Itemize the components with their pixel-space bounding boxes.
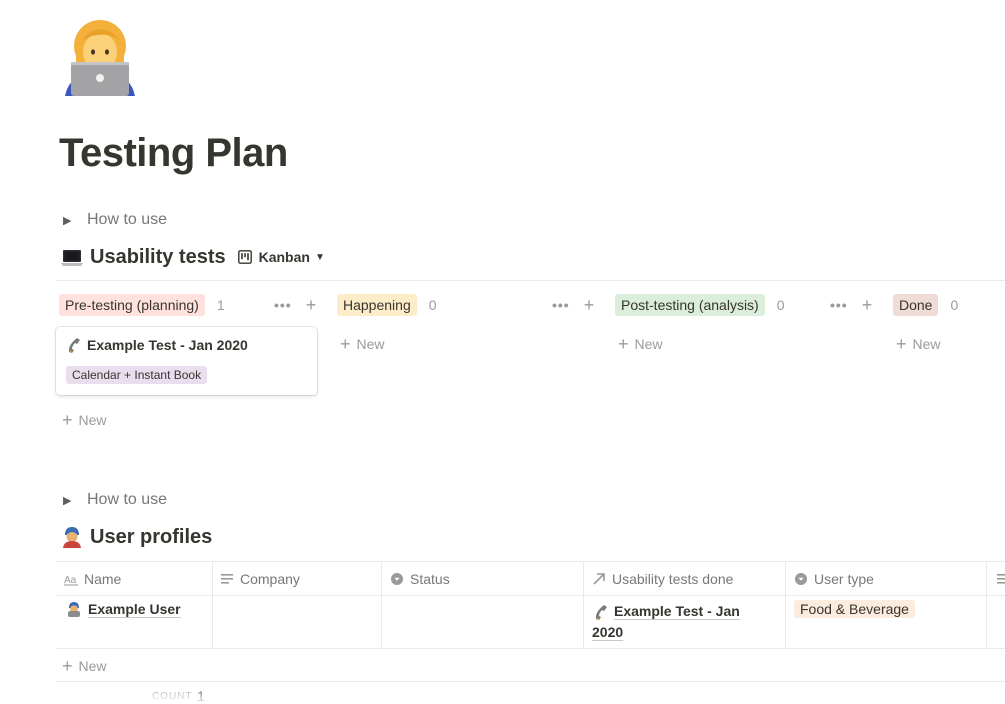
add-icon[interactable]: + — [862, 295, 873, 316]
row-name[interactable]: Example User — [88, 601, 181, 617]
card-title-text: Example Test - Jan 2020 — [87, 337, 248, 353]
column-tools-post-testing: ••• + — [830, 293, 872, 317]
column-count: 0 — [776, 297, 785, 313]
company-cell[interactable] — [214, 594, 382, 648]
column-label: Company — [240, 570, 300, 587]
person-with-turban-icon — [63, 527, 81, 548]
laptop-icon — [61, 250, 83, 266]
new-label: New — [912, 336, 941, 352]
add-icon[interactable]: + — [306, 295, 317, 316]
svg-text:Aa: Aa — [64, 575, 77, 586]
user-type-tag: Food & Beverage — [794, 600, 915, 618]
column-header-post-testing[interactable]: Post-testing (analysis) 0 — [615, 293, 785, 317]
column-header-company[interactable]: Company — [220, 562, 300, 595]
column-header-more[interactable] — [996, 562, 1005, 595]
new-label: New — [78, 658, 107, 674]
table-row: Example User Example Test - Jan 2020 Foo… — [56, 594, 1005, 649]
related-test-link[interactable]: Example Test - Jan — [614, 601, 740, 622]
bottom-fade — [0, 685, 1005, 702]
new-label: New — [634, 336, 663, 352]
woman-technologist-icon[interactable] — [62, 16, 138, 100]
triangle-right-icon: ▶ — [63, 494, 72, 507]
user-profiles-header: User profiles — [61, 522, 212, 552]
column-header-name[interactable]: Aa Name — [64, 562, 121, 595]
count-label[interactable]: COUNT — [152, 691, 193, 702]
column-tools-happening: ••• + — [552, 293, 594, 317]
triangle-right-icon: ▶ — [63, 214, 72, 227]
telephone-receiver-icon — [595, 604, 607, 620]
view-label: Kanban — [258, 249, 310, 265]
section-title[interactable]: User profiles — [90, 526, 212, 549]
column-label: Name — [84, 570, 122, 587]
new-label: New — [356, 336, 385, 352]
kanban-view-switcher[interactable]: Kanban ▼ — [237, 249, 325, 265]
add-icon[interactable]: + — [584, 295, 595, 316]
column-label: Happening — [337, 294, 417, 316]
relation-arrow-icon — [593, 572, 605, 585]
how-to-use-toggle[interactable]: ▶ How to use — [63, 208, 167, 232]
card-title: Example Test - Jan 2020 — [65, 337, 248, 353]
new-card-button-pre-testing[interactable]: + New — [62, 409, 107, 431]
column-label: Post-testing (analysis) — [615, 294, 765, 316]
name-cell[interactable]: Example User — [66, 601, 181, 617]
text-aa-icon: Aa — [64, 575, 78, 586]
toggle-label: How to use — [87, 211, 168, 228]
user-type-cell[interactable]: Food & Beverage — [794, 600, 915, 619]
column-count: 1 — [216, 297, 225, 313]
new-card-button-happening[interactable]: + New — [340, 333, 385, 355]
plus-icon: + — [618, 333, 629, 354]
column-header-happening[interactable]: Happening 0 — [337, 293, 437, 317]
section-title[interactable]: Usability tests — [90, 246, 226, 269]
column-header-done[interactable]: Done 0 — [893, 293, 958, 317]
column-label: Usability tests done — [612, 570, 734, 587]
lines-icon — [221, 573, 233, 584]
column-header-status[interactable]: Status — [390, 562, 450, 595]
telephone-receiver-icon — [68, 338, 80, 353]
table-header-row: Aa Name Company Status Usability tests d… — [56, 561, 1005, 596]
toggle-label: How to use — [87, 491, 168, 508]
column-label: Pre-testing (planning) — [59, 294, 205, 316]
column-count: 0 — [950, 297, 959, 313]
board-icon — [237, 250, 252, 264]
divider — [56, 280, 1005, 281]
usability-tests-cell[interactable]: Example Test - Jan 2020 — [592, 601, 782, 643]
select-icon — [391, 572, 403, 585]
usability-tests-header: Usability tests Kanban ▼ — [61, 242, 325, 272]
new-card-button-done[interactable]: + New — [896, 333, 941, 355]
select-icon — [795, 572, 807, 585]
column-header-usability-tests-done[interactable]: Usability tests done — [592, 562, 733, 595]
more-icon[interactable]: ••• — [274, 297, 292, 313]
plus-icon: + — [62, 409, 73, 430]
plus-icon: + — [62, 655, 73, 676]
plus-icon: + — [340, 333, 351, 354]
chevron-down-icon: ▼ — [314, 251, 325, 263]
status-cell[interactable] — [383, 594, 583, 648]
column-header-user-type[interactable]: User type — [794, 562, 874, 595]
column-label: Status — [410, 570, 450, 587]
more-icon[interactable]: ••• — [552, 297, 570, 313]
column-header-pre-testing[interactable]: Pre-testing (planning) 1 — [59, 293, 225, 317]
new-label: New — [78, 412, 107, 428]
divider — [56, 681, 1005, 682]
more-icon[interactable]: ••• — [830, 297, 848, 313]
page-title[interactable]: Testing Plan — [59, 131, 288, 176]
new-card-button-post-testing[interactable]: + New — [618, 333, 663, 355]
how-to-use-toggle[interactable]: ▶ How to use — [63, 488, 167, 512]
new-row-button[interactable]: + New — [62, 655, 107, 677]
person-icon — [68, 602, 80, 617]
column-count: 0 — [428, 297, 437, 313]
card-tag: Calendar + Instant Book — [66, 366, 208, 384]
related-test-link-cont[interactable]: 2020 — [592, 624, 623, 640]
column-label: Done — [893, 294, 939, 316]
kanban-card[interactable]: Example Test - Jan 2020 Calendar + Insta… — [56, 327, 317, 395]
lines-icon — [997, 573, 1005, 584]
plus-icon: + — [896, 333, 907, 354]
column-tools-pre-testing: ••• + — [274, 293, 316, 317]
column-label: User type — [814, 570, 874, 587]
